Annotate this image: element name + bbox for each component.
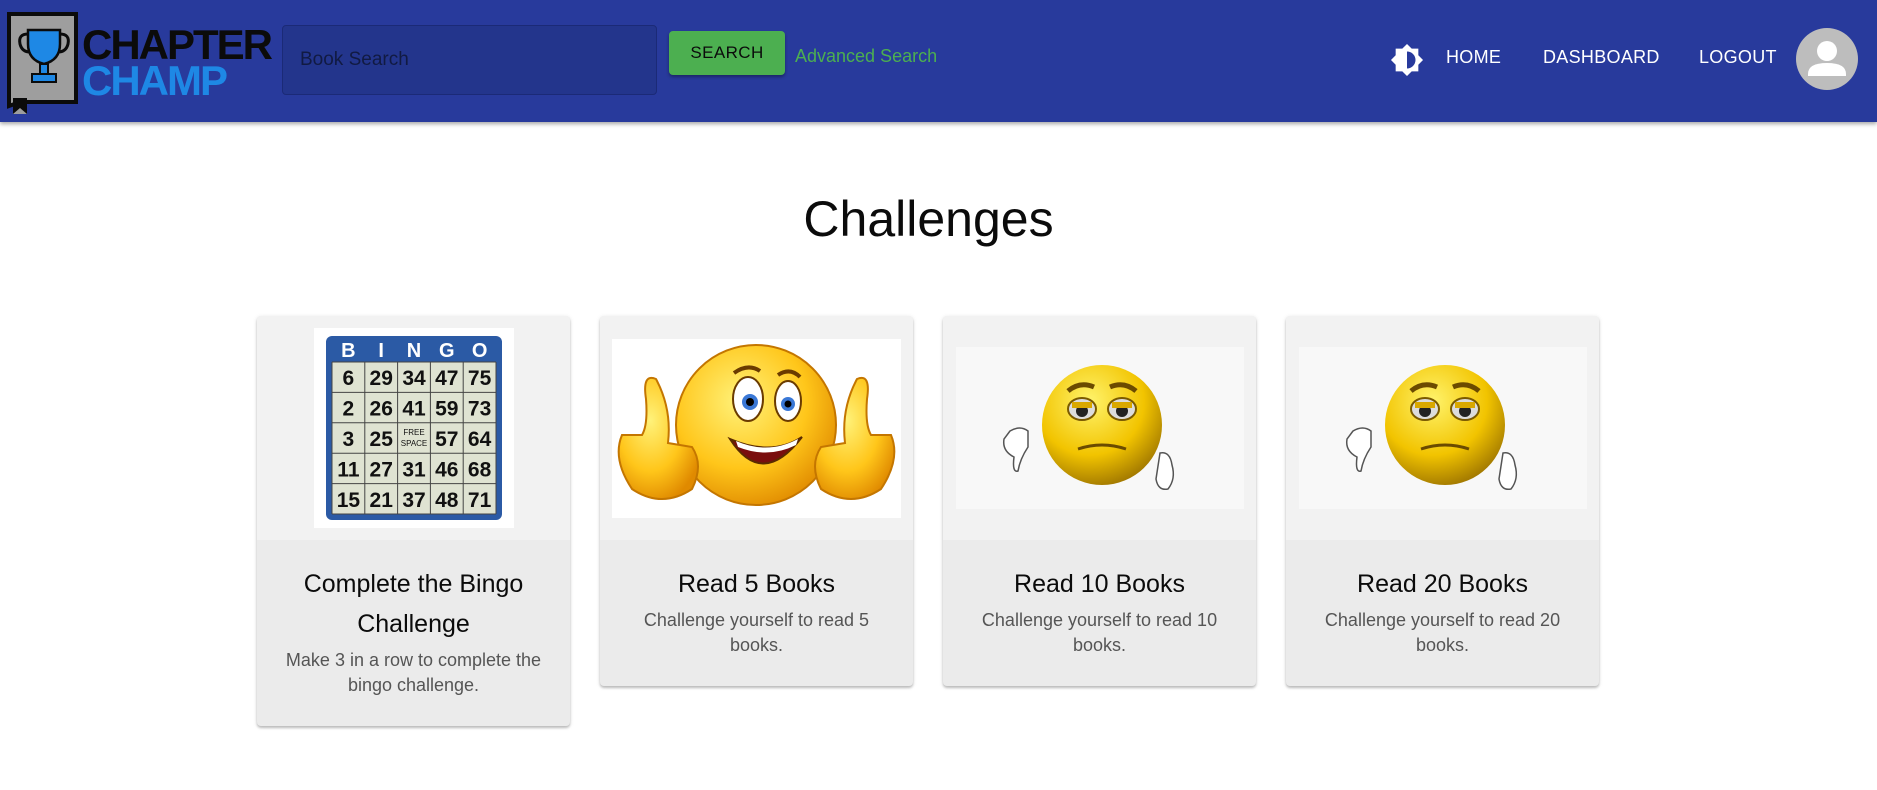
bingo-number: 3 <box>342 428 354 451</box>
brightness-icon <box>1390 43 1424 77</box>
bingo-number: 25 <box>369 428 393 451</box>
card-title: Read 5 Books <box>677 570 836 598</box>
bingo-number: 29 <box>369 367 392 390</box>
card-description: Challenge yourself to read 5 books. <box>643 610 870 655</box>
bingo-letter: G <box>439 340 455 362</box>
bingo-number: 21 <box>369 489 393 512</box>
bingo-number: 15 <box>336 489 360 512</box>
bingo-number: 11 <box>337 458 360 481</box>
card-body: Complete the Bingo Challenge Make 3 in a… <box>257 540 570 726</box>
card-title: Read 20 Books <box>1357 570 1528 598</box>
card-body: Read 20 Books Challenge yourself to read… <box>1286 540 1599 686</box>
bingo-free-space: FREE <box>403 428 424 437</box>
challenge-card-read-20[interactable]: Read 20 Books Challenge yourself to read… <box>1286 316 1599 686</box>
bingo-number: 59 <box>435 398 458 421</box>
card-media: B INGO 6 29 34 47 75 2 26 41 59 73 3 25 FREE SPACE 57 64… <box>257 316 570 540</box>
bingo-number: 34 <box>402 367 426 390</box>
logo-home-link[interactable]: CHAPTER CHAMP <box>6 10 273 116</box>
bingo-number: 71 <box>467 489 491 512</box>
person-icon <box>1808 41 1846 76</box>
card-title: Complete the Bingo Challenge <box>303 570 524 638</box>
bingo-number: 46 <box>435 458 458 481</box>
thumbs-down-sad-face-image <box>1298 347 1587 509</box>
bingo-number: 64 <box>467 428 491 451</box>
bingo-number: 37 <box>402 489 425 512</box>
trophy-book-icon <box>7 12 78 114</box>
thumbs-up-smiley-image <box>612 338 901 518</box>
search-button[interactable]: SEARCH <box>669 31 785 75</box>
challenge-card-read-5[interactable]: Read 5 Books Challenge yourself to read … <box>600 316 913 686</box>
bingo-number: 47 <box>435 367 458 390</box>
nav-logout-link[interactable]: LOGOUT <box>1699 47 1777 68</box>
bingo-number: 27 <box>369 458 392 481</box>
bingo-number: 57 <box>435 428 458 451</box>
book-search-field <box>282 25 657 95</box>
bingo-letter: I <box>378 340 384 362</box>
book-search-input[interactable] <box>283 26 656 94</box>
bingo-number: 26 <box>369 398 392 421</box>
bingo-letter: O <box>471 340 487 362</box>
card-media <box>600 316 913 540</box>
card-description: Make 3 in a row to complete the bingo ch… <box>285 650 542 695</box>
bingo-number: 73 <box>467 398 490 421</box>
bingo-number: 41 <box>402 398 426 421</box>
advanced-search-link[interactable]: Advanced Search <box>795 46 937 67</box>
card-title: Read 10 Books <box>1014 570 1185 598</box>
bingo-number: 75 <box>467 367 491 390</box>
challenge-card-bingo[interactable]: B INGO 6 29 34 47 75 2 26 41 59 73 3 25 FREE SPACE 57 64… <box>257 316 570 726</box>
bingo-number: 6 <box>342 367 354 390</box>
page-title: Challenges <box>803 191 1054 247</box>
card-body: Read 10 Books Challenge yourself to read… <box>943 540 1256 686</box>
bingo-number: 2 <box>342 398 354 421</box>
user-avatar[interactable] <box>1796 28 1858 90</box>
bingo-card-image: B INGO 6 29 34 47 75 2 26 41 59 73 3 25 FREE SPACE 57 64… <box>313 328 514 528</box>
card-media <box>943 316 1256 540</box>
thumbs-down-sad-face-image <box>955 347 1244 509</box>
card-media <box>1286 316 1599 540</box>
nav-dashboard-link[interactable]: DASHBOARD <box>1543 47 1660 68</box>
card-description: Challenge yourself to read 20 books. <box>1324 610 1561 655</box>
nav-home-link[interactable]: HOME <box>1446 47 1501 68</box>
card-description: Challenge yourself to read 10 books. <box>981 610 1218 655</box>
bingo-letter: N <box>406 340 420 362</box>
bingo-number: 31 <box>402 458 426 481</box>
logo-text-champ: CHAMP <box>82 57 228 104</box>
app-bar: CHAPTER CHAMP SEARCH Advanced Search HOM… <box>0 0 1877 122</box>
challenge-card-read-10[interactable]: Read 10 Books Challenge yourself to read… <box>943 316 1256 686</box>
bingo-number: 68 <box>467 458 491 481</box>
bingo-free-space: SPACE <box>400 439 427 448</box>
bingo-number: 48 <box>435 489 459 512</box>
card-body: Read 5 Books Challenge yourself to read … <box>600 540 913 686</box>
theme-toggle-button[interactable] <box>1390 43 1424 77</box>
bingo-letter: B <box>341 340 355 362</box>
